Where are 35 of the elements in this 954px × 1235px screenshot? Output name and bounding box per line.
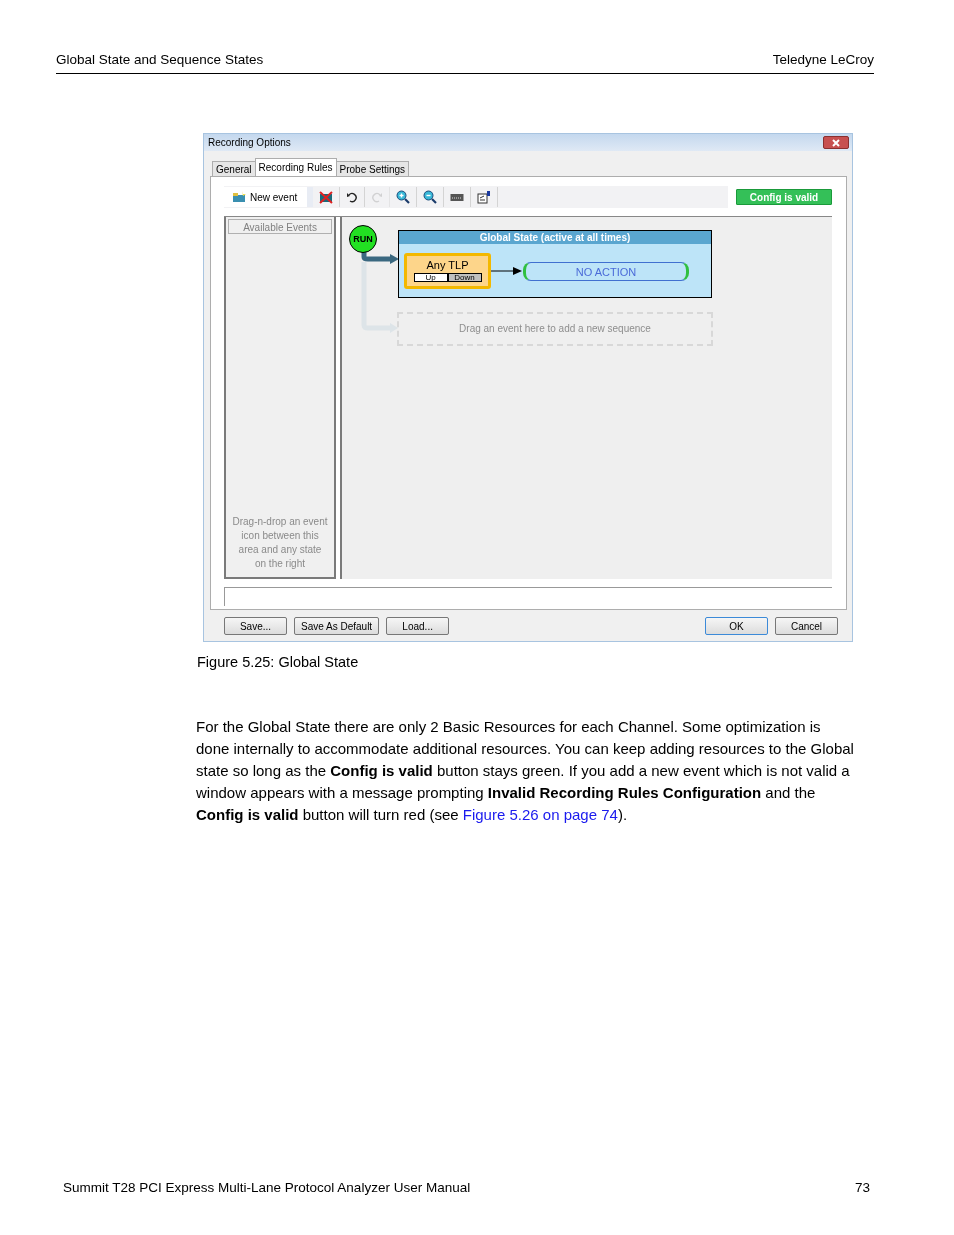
tab[interactable]: General (212, 161, 256, 176)
close-icon (830, 138, 842, 147)
keyboard-icon (450, 192, 465, 202)
running-footer: Summit T28 PCI Express Multi-Lane Protocol Analyzer User Manual (63, 1180, 471, 1195)
properties-icon (477, 190, 492, 204)
action-box[interactable]: NO ACTION (523, 261, 689, 281)
zoom-out-icon (423, 190, 438, 204)
panel-heading: Available Events (228, 219, 332, 234)
dialog-button[interactable]: OK (705, 617, 768, 635)
undo-icon (346, 191, 359, 203)
running-header: Global State and Sequence States (56, 52, 264, 67)
folder-icon (232, 191, 246, 203)
toggle-button[interactable]: Down (447, 273, 482, 282)
body-paragraph: For the Global State there are only 2 Basic Resources for each Channel. Some optimization is done internally to accommodate additional resources. You can keep adding resources to the Global state so long as the Config is valid button stays green. If you add a new event which is not valid a window appears with a message prompting Invalid Recording Rules Configuration and the Config is valid button will turn red (see Figure 5.26 on page 74). (196, 717, 855, 825)
new-event-button[interactable]: New event (224, 187, 314, 207)
dialog-button[interactable]: Cancel (775, 617, 838, 635)
state-title: Global State (active at all times) (399, 231, 711, 244)
drop-hint: Drag-n-drop an event icon between this area and any state on the right (231, 515, 329, 571)
event-name: Any TLP (426, 259, 469, 271)
arrow-line (491, 266, 523, 276)
zoom-in-icon (396, 190, 411, 204)
cross-reference-link[interactable]: Figure 5.26 on page 74 (462, 806, 618, 823)
window-title: Recording Options (208, 137, 291, 148)
tab[interactable]: Probe Settings (335, 161, 410, 176)
delete-icon (319, 190, 334, 204)
close-button[interactable] (823, 136, 849, 149)
running-header: Teledyne LeCroy (772, 52, 874, 67)
redo-icon (371, 191, 384, 203)
page-number: 73 (854, 1180, 870, 1195)
run-node[interactable]: RUN (349, 225, 377, 253)
figure-caption: Figure 5.25: Global State (197, 654, 360, 670)
dialog-button[interactable]: Save As Default (294, 617, 380, 635)
dialog-button[interactable]: Load... (386, 617, 450, 635)
tab[interactable]: Recording Rules (254, 158, 337, 176)
dialog-button[interactable]: Save... (224, 617, 287, 635)
